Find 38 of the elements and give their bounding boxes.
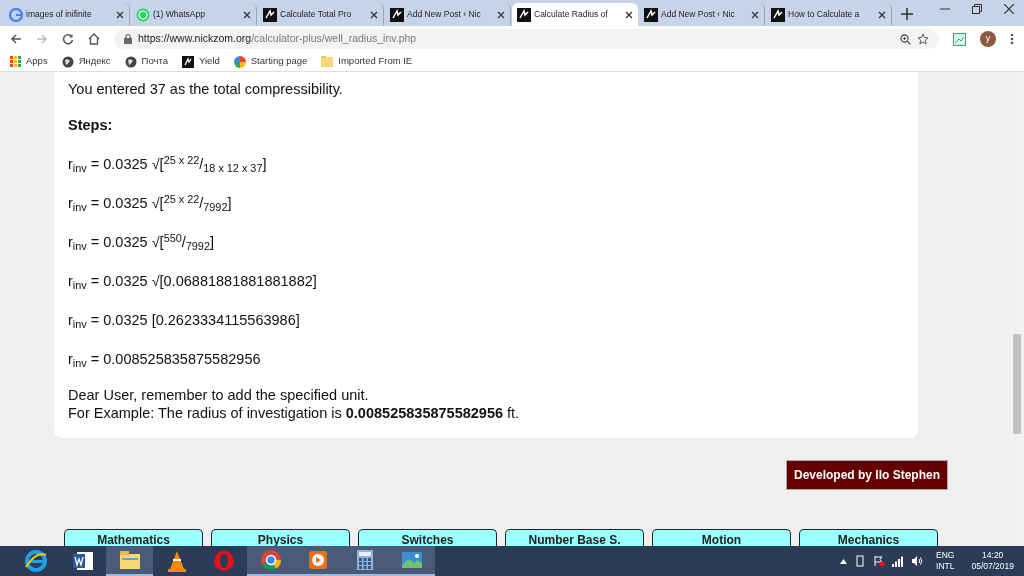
formula-step: r$_{inv}$ = 0.008525835875582956 bbox=[68, 350, 261, 368]
bookmark-link[interactable]: Yield bbox=[182, 54, 220, 69]
keyboard-layout-label[interactable]: INTL bbox=[936, 561, 955, 572]
bookmark-link[interactable]: Imported From IE bbox=[321, 54, 413, 69]
formula-step: r$_{inv}$ = 0.0325 √[0.06881881881881882] bbox=[68, 272, 317, 290]
formula-step: r$_{inv}$ = 0.0325 √[$^{25 x 22}$/$_{18 x 12 x 37}$] bbox=[68, 155, 267, 173]
developer-credit: Developed by Ilo Stephen bbox=[785, 460, 948, 490]
category-button[interactable]: Switches bbox=[358, 529, 497, 546]
tab-title: (1) WhatsApp bbox=[153, 8, 206, 21]
reminder-text: Dear User, remember to add the specified unit. bbox=[68, 386, 370, 404]
formula-step: r$_{inv}$ = 0.0325 √[$^{25 x 22}$/$_{7992}$] bbox=[68, 194, 232, 212]
tab-title: Add New Post ‹ Nic bbox=[661, 8, 736, 21]
profile-avatar[interactable]: y bbox=[980, 31, 996, 47]
category-button[interactable]: Physics bbox=[211, 529, 350, 546]
bookmark-link[interactable]: Почта bbox=[124, 54, 168, 69]
bookmark-link[interactable]: Apps bbox=[10, 54, 48, 69]
tab-title: How to Calculate a bbox=[788, 8, 861, 21]
tab-title: Add New Post ‹ Nic bbox=[407, 8, 482, 21]
category-button[interactable]: Number Base S. bbox=[505, 529, 644, 546]
clock-date[interactable]: 05/07/2019 bbox=[971, 561, 1014, 572]
bookmark-link[interactable]: Starting page bbox=[233, 54, 308, 69]
formula-step: r$_{inv}$ = 0.0325 √[$^{550}$/$_{7992}$] bbox=[68, 233, 214, 251]
tab-title: images of inifinite bbox=[26, 8, 93, 21]
bookmark-link[interactable]: Яндекс bbox=[61, 54, 111, 69]
category-button[interactable]: Motion bbox=[652, 529, 791, 546]
steps-heading: Steps: bbox=[68, 116, 114, 134]
address-bar[interactable]: https://www.nickzom.org/calculator-plus/well_radius_inv.php bbox=[114, 29, 939, 49]
tab-title: Calculate Radius of bbox=[534, 8, 609, 21]
category-button[interactable]: Mechanics bbox=[799, 529, 938, 546]
category-button[interactable]: Mathematics bbox=[64, 529, 203, 546]
language-label[interactable]: ENG bbox=[936, 550, 955, 561]
browser-tab[interactable]: Calculate Radius of bbox=[512, 3, 638, 26]
intro-text: You entered 37 as the total compressibility. bbox=[68, 80, 344, 98]
clock-time[interactable]: 14:20 bbox=[982, 550, 1004, 561]
url-text: https://www.nickzom.org/calculator-plus/well_radius_inv.php bbox=[138, 31, 417, 47]
tab-title: Calculate Total Pro bbox=[280, 8, 353, 21]
formula-step: r$_{inv}$ = 0.0325 [0.2623334115563986] bbox=[68, 311, 300, 329]
example-text: For Example: The radius of investigation is 0.008525835875582956 ft. bbox=[68, 404, 521, 422]
